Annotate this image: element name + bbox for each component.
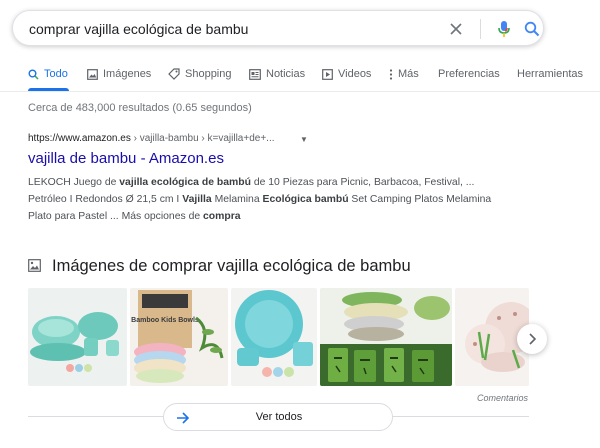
tab-imagenes[interactable]: Imágenes [87,68,151,80]
search-icon [28,69,39,80]
news-icon [249,68,261,80]
images-heading[interactable]: Imágenes de comprar vajilla ecológica de… [52,257,411,276]
tab-herramientas[interactable]: Herramientas [517,68,583,80]
search-box[interactable]: comprar vajilla ecológica de bambu [12,10,544,46]
tab-label: Shopping [185,68,232,80]
image-thumbnail[interactable] [231,288,317,386]
microphone-icon[interactable] [494,19,514,39]
view-all-button[interactable]: Ver todos [163,403,393,431]
tab-mas[interactable]: Más [389,68,419,80]
image-thumbnail[interactable] [28,288,127,386]
tab-shopping[interactable]: Shopping [168,68,232,80]
search-tabs: Todo Imágenes Shopping Noticias Videos M… [0,66,600,91]
tab-label: Videos [338,68,372,80]
next-images-button[interactable] [517,324,547,354]
tab-noticias[interactable]: Noticias [249,68,305,80]
tab-label: Más [398,68,419,80]
image-icon [87,68,98,80]
tab-label: Preferencias [438,68,500,80]
result-title-link[interactable]: vajilla de bambu - Amazon.es [28,150,224,167]
box-label: Bamboo Kids Bowls [131,317,199,324]
search-icon[interactable] [522,19,542,39]
tag-icon [168,68,180,80]
tab-videos[interactable]: Videos [322,68,371,80]
more-vertical-icon [389,68,393,80]
play-icon [322,68,333,80]
chevron-right-icon [529,333,536,345]
tab-label: Todo [44,68,68,80]
search-input[interactable]: comprar vajilla ecológica de bambu [29,21,248,37]
result-snippet: LEKOCH Juego de vajilla ecológica de bam… [28,177,492,222]
tab-label: Imágenes [103,68,152,80]
image-thumbnail[interactable]: Bamboo Kids Bowls [130,288,228,386]
tab-label: Noticias [266,68,306,80]
tab-todo[interactable]: Todo [28,68,68,80]
result-stats: Cerca de 483,000 resultados (0.65 segund… [28,102,252,114]
result-site: https://www.amazon.es [28,133,131,144]
search-divider [480,19,481,39]
tab-label: Herramientas [517,68,584,80]
image-thumbnail[interactable] [320,288,452,386]
view-all-label: Ver todos [255,411,303,423]
tab-preferencias[interactable]: Preferencias [438,68,500,80]
result-path: › vajilla-bambu › k=vajilla+de+... [130,133,275,144]
result-url[interactable]: https://www.amazon.es › vajilla-bambu › … [28,133,275,144]
feedback-link[interactable]: Comentarios [477,393,528,403]
caret-down-icon[interactable]: ▼ [300,135,308,144]
tabs-divider [0,91,600,92]
image-icon [28,259,41,277]
clear-icon[interactable] [446,19,466,39]
